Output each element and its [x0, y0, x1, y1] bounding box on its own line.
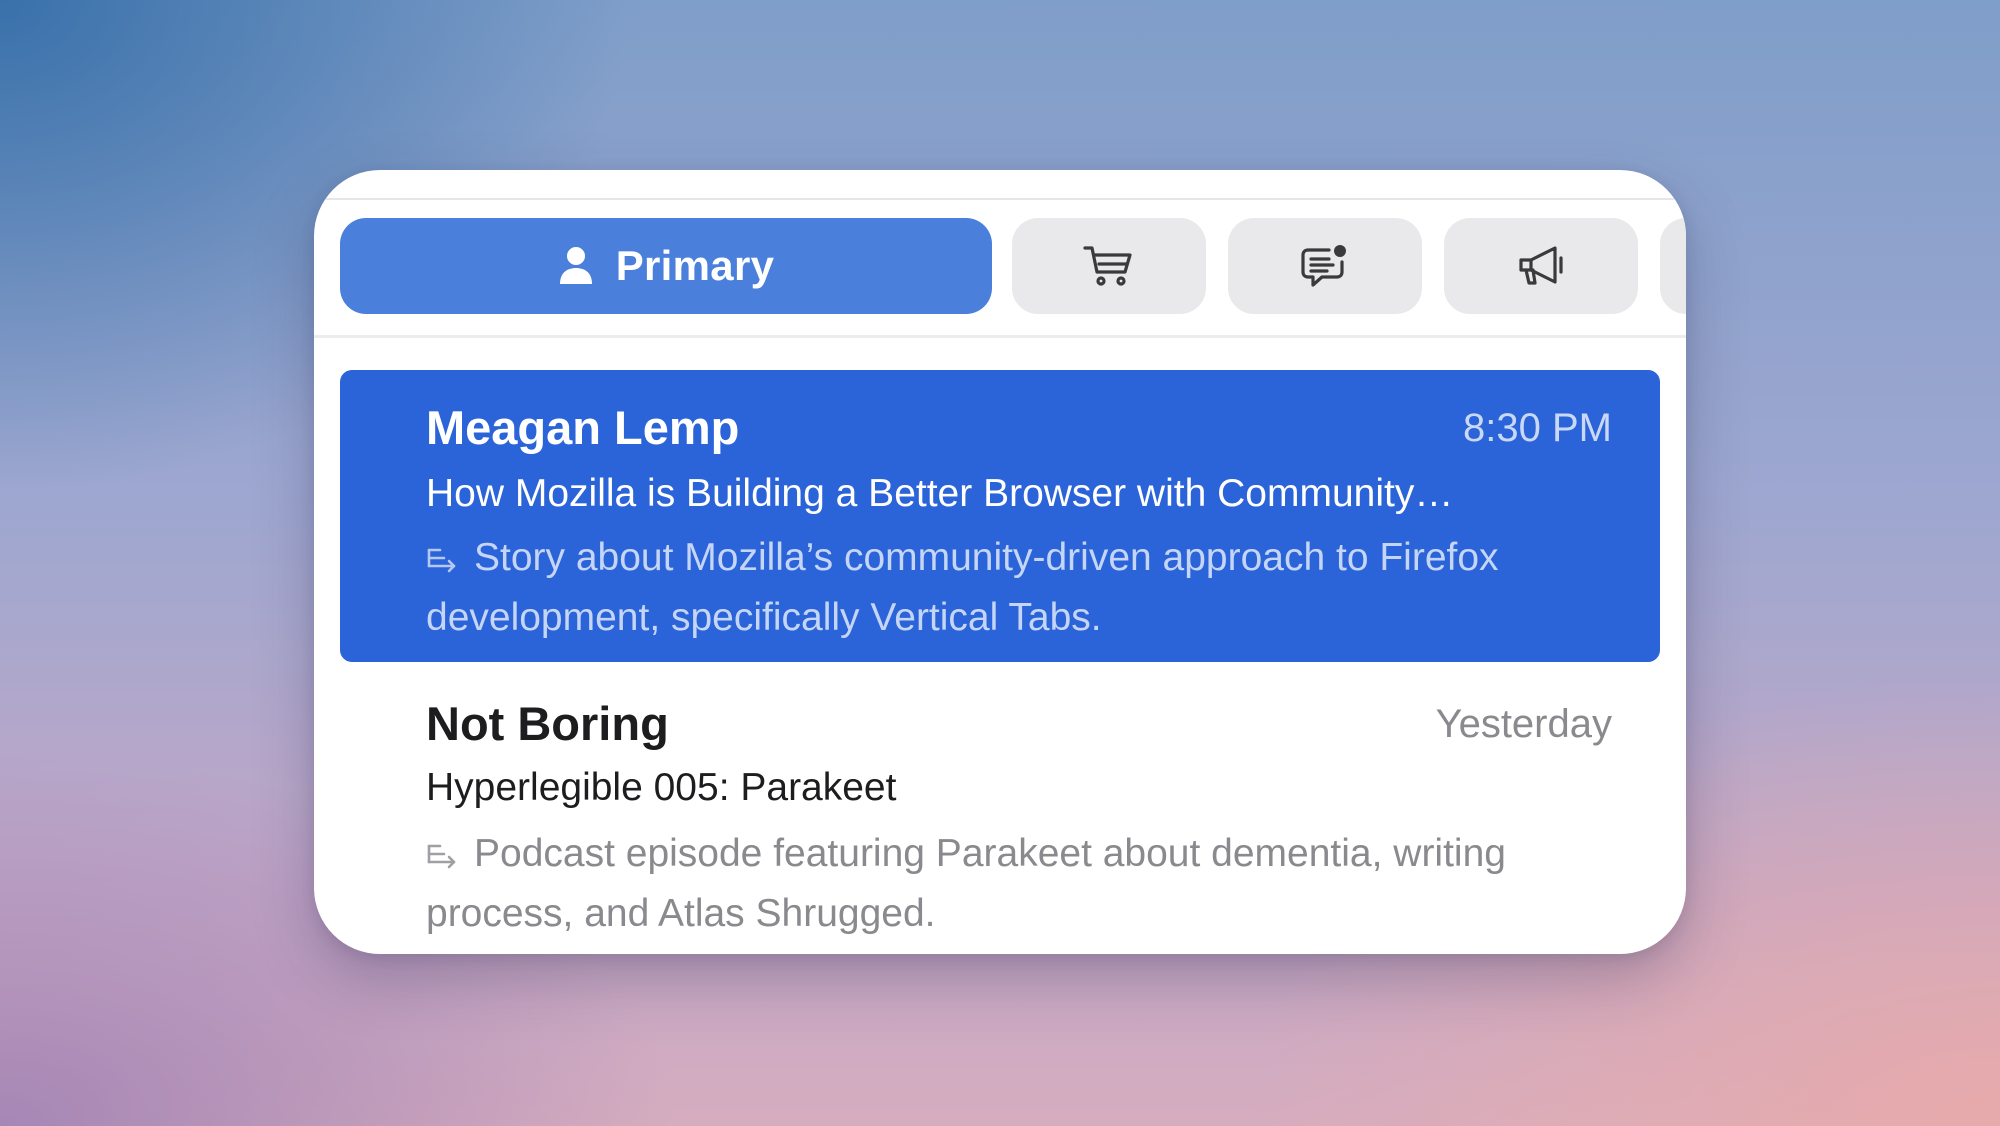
summary-icon [426, 830, 460, 886]
category-tab-bar: Primary [340, 218, 1686, 314]
top-divider [314, 198, 1686, 200]
megaphone-icon [1515, 243, 1567, 289]
message-subject: How Mozilla is Building a Better Browser… [426, 472, 1454, 515]
cart-icon [1083, 244, 1135, 288]
sender-name: Meagan Lemp [426, 401, 740, 454]
summary-icon [426, 534, 460, 590]
mail-inbox-panel: Primary Meagan Lemp 8:30 PM How Mozilla … [314, 170, 1686, 954]
chat-bubble-badge-icon [1299, 242, 1351, 290]
message-subject: Hyperlegible 005: Parakeet [426, 766, 897, 809]
sender-name: Not Boring [426, 697, 669, 750]
tab-divider [314, 335, 1686, 338]
desktop-background: Primary Meagan Lemp 8:30 PM How Mozilla … [0, 0, 2000, 1126]
message-summary: Story about Mozilla’s community-driven a… [426, 530, 1620, 646]
summary-text: Story about Mozilla’s community-driven a… [426, 536, 1499, 639]
person-icon [558, 246, 594, 286]
message-time: 8:30 PM [1463, 406, 1612, 450]
message-row-2[interactable]: Not Boring Yesterday Hyperlegible 005: P… [340, 662, 1660, 954]
tab-overflow[interactable] [1660, 218, 1686, 314]
summary-text: Podcast episode featuring Parakeet about… [426, 832, 1506, 935]
tab-shopping[interactable] [1012, 218, 1206, 314]
tab-primary[interactable]: Primary [340, 218, 992, 314]
message-header: Meagan Lemp 8:30 PM [426, 400, 1612, 460]
tab-primary-label: Primary [615, 242, 775, 289]
message-row-1[interactable]: Meagan Lemp 8:30 PM How Mozilla is Build… [340, 370, 1660, 662]
tab-promotions[interactable] [1444, 218, 1638, 314]
message-summary: Podcast episode featuring Parakeet about… [426, 826, 1620, 942]
tab-messages[interactable] [1228, 218, 1422, 314]
message-header: Not Boring Yesterday [426, 696, 1612, 756]
message-time: Yesterday [1435, 702, 1612, 746]
